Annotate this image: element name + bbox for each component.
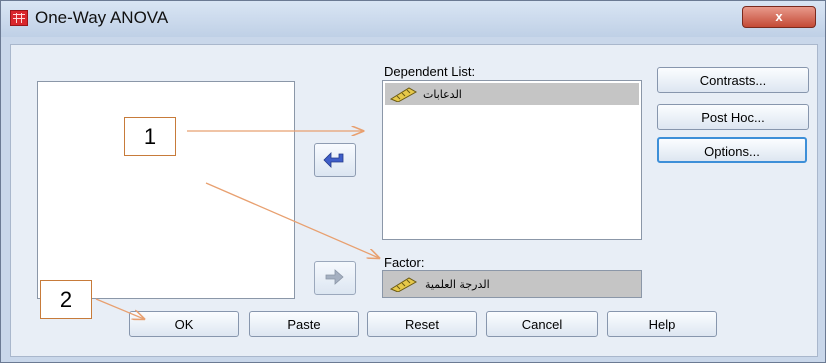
arrow-to-ok <box>95 298 144 319</box>
one-way-anova-dialog: One-Way ANOVA x Dependent List: الدعابات… <box>0 0 826 363</box>
annotation-arrows <box>95 1 826 364</box>
callout-2: 2 <box>40 280 92 319</box>
callout-1: 1 <box>124 117 176 156</box>
arrow-to-factor <box>205 182 379 258</box>
